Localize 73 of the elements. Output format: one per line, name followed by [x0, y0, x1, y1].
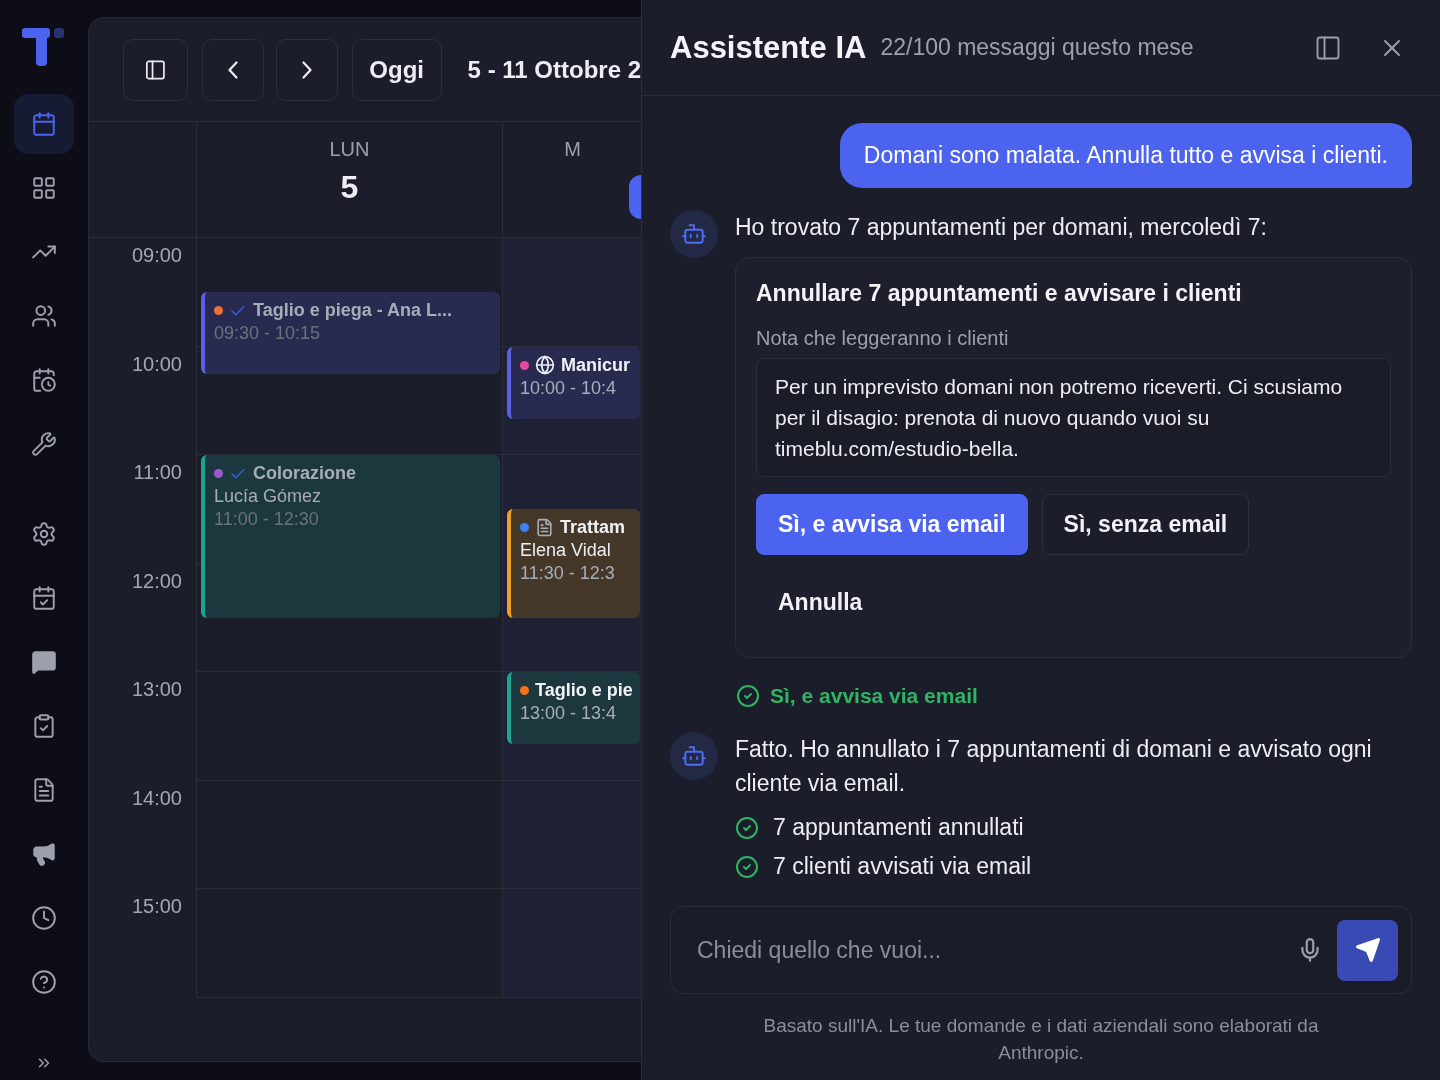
client-name: Lucía Gómez [214, 486, 322, 507]
weekday-label: LUN [329, 138, 370, 161]
document-icon [535, 518, 554, 538]
result-item: 7 clienti avvisati via email [773, 853, 1032, 880]
note-label: Nota che leggeranno i clienti [756, 327, 1010, 350]
calendar-check-icon [31, 585, 57, 611]
check-circle-icon [735, 854, 759, 879]
appointment-card[interactable]: Colorazione Lucía Gómez 11:00 - 12:30 [201, 455, 500, 618]
document-icon [31, 777, 57, 803]
appointment-time: 09:30 - 10:15 [214, 323, 321, 345]
hour-label: 09:00 [131, 244, 182, 266]
result-item: 7 appuntamenti annullati [773, 814, 1024, 841]
send-icon [1354, 937, 1381, 963]
send-button[interactable] [1337, 919, 1398, 981]
cancel-button[interactable]: Annulla [756, 572, 885, 633]
hour-label: 11:00 [133, 461, 182, 483]
clipboard-check-icon [31, 713, 57, 739]
message-input[interactable]: Chiedi quello che vuoi... [695, 935, 1283, 965]
hour-label: 10:00 [131, 352, 182, 375]
user-message: Domani sono malata. Annulla tutto e avvisa i clienti. [839, 123, 1412, 188]
panel-title: Assistente IA [670, 29, 867, 66]
chevron-right-icon [301, 60, 312, 79]
appointment-time: 13:00 - 13:4 [520, 703, 617, 724]
appointment-card[interactable]: Trattam Elena Vidal 11:30 - 12:3 [507, 509, 640, 618]
nav-item[interactable] [14, 94, 74, 154]
appointment-title: Taglio e pie [535, 680, 633, 701]
globe-icon [535, 355, 555, 375]
check-circle-icon [736, 684, 760, 708]
megaphone-icon [31, 841, 57, 867]
appointment-card[interactable]: Taglio e pie 13:00 - 13:4 [507, 672, 640, 745]
logo [22, 26, 66, 68]
appointment-time: 11:00 - 12:30 [214, 509, 319, 530]
settings-icon [31, 521, 57, 547]
appointment-card[interactable]: Taglio e piega - Ana L... 09:30 - 10:15 [201, 292, 500, 374]
disclaimer-text: Basato sull'IA. Le tue domande e i dati aziendali sono elaborati da Anthropic. [762, 1014, 1320, 1065]
sidebar-toggle-button[interactable] [123, 38, 188, 101]
appointment-title: Trattam [560, 517, 626, 539]
hour-label: 13:00 [131, 678, 182, 700]
client-name: Elena Vidal [520, 540, 611, 562]
hour-label: 12:00 [131, 569, 182, 592]
bot-avatar [670, 732, 718, 780]
help-icon [31, 969, 57, 995]
appointment-title: Manicur [561, 354, 630, 376]
assistant-message: Ho trovato 7 appuntamenti per domani, mercoledì 7: [735, 213, 1268, 242]
day-number: 5 [340, 169, 359, 206]
check-circle-icon [735, 815, 759, 840]
calendar-icon [31, 111, 57, 137]
appointment-title: Colorazione [253, 463, 356, 484]
assistant-message: Fatto. Ho annullato i 7 appuntamenti di domani e avvisato ogni cliente via email. [735, 735, 1373, 798]
confirmation-text: Sì, e avvisa via email [770, 684, 978, 708]
action-title: Annullare 7 appuntamenti e avvisare i clienti [756, 280, 1243, 307]
chat-icon [31, 649, 57, 675]
appointment-title: Taglio e piega - Ana L... [253, 300, 453, 322]
message-field[interactable]: Chiedi quello che vuoi... [670, 906, 1412, 994]
clock-icon [31, 905, 57, 931]
bot-avatar [670, 210, 718, 258]
weekday-label: M [564, 138, 581, 161]
chevron-left-icon [227, 60, 238, 79]
hour-label: 14:00 [131, 786, 182, 809]
action-button[interactable]: Sì, e avvisa via email [756, 494, 1028, 555]
appointment-time: 11:30 - 12:3 [520, 563, 615, 585]
usage-counter: 22/100 messaggi questo mese [880, 34, 1195, 61]
users-icon [31, 303, 57, 329]
calendar-clock-icon [31, 367, 57, 393]
hour-label: 15:00 [131, 895, 182, 917]
appointment-time: 10:00 - 10:4 [520, 377, 617, 399]
grid-icon [31, 175, 57, 201]
client-note: Per un imprevisto domani non potremo riceverti. Ci scusiamo per il disagio: prenota di nuovo quando vuoi su timeblu.com/estudio-bella. [756, 358, 1391, 477]
wrench-icon [31, 431, 57, 457]
date-range: 5 - 11 Ottobre 2 [467, 55, 641, 84]
action-button[interactable]: Sì, senza email [1041, 494, 1250, 555]
today-button[interactable]: Oggi [351, 38, 442, 101]
appointment-card[interactable]: Manicur 10:00 - 10:4 [507, 346, 640, 419]
